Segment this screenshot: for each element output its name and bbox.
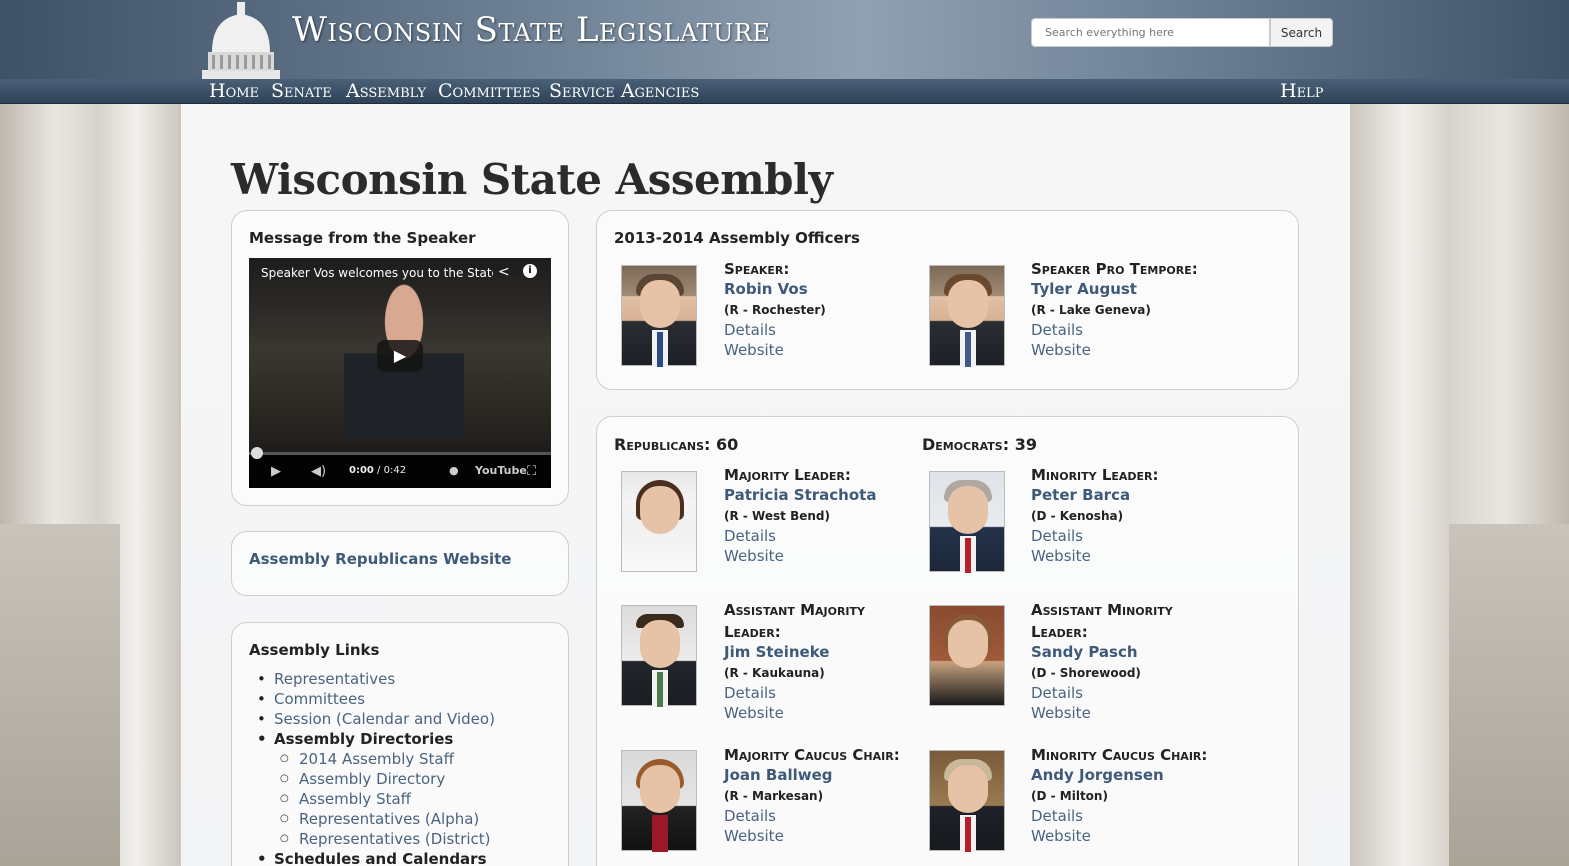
speaker-role: Speaker: (724, 260, 790, 278)
nav-senate[interactable]: Senate (271, 79, 332, 104)
video-scrubber[interactable] (251, 447, 263, 459)
video-progress-bar[interactable] (249, 447, 551, 459)
nav-committees[interactable]: Committees (438, 79, 540, 104)
photo-tyler-august[interactable] (929, 265, 1005, 367)
asst-majority-leader-details-link[interactable]: Details (724, 684, 776, 702)
link-assembly-staff[interactable]: Assembly Staff (249, 789, 495, 809)
asst-majority-leader-website-link[interactable]: Website (724, 704, 784, 722)
majority-leader-website-link[interactable]: Website (724, 547, 784, 565)
minority-leader-district: (D - Kenosha) (1031, 509, 1124, 523)
republicans-count: Republicans: 60 (614, 435, 739, 454)
minority-caucus-chair-website-link[interactable]: Website (1031, 827, 1091, 845)
speaker-pro-tempore-name-link[interactable]: Tyler August (1031, 280, 1137, 298)
link-assembly-directory[interactable]: Assembly Directory (249, 769, 495, 789)
asst-minority-leader-website-link[interactable]: Website (1031, 704, 1091, 722)
nav-service-agencies[interactable]: Service Agencies (549, 79, 699, 104)
link-representatives-alpha[interactable]: Representatives (Alpha) (249, 809, 495, 829)
asst-majority-leader-role: Assistant Majority Leader: (724, 601, 865, 641)
democrats-count: Democrats: 39 (922, 435, 1037, 454)
photo-joan-ballweg[interactable] (621, 750, 697, 852)
nav-home[interactable]: Home (209, 79, 259, 104)
play-icon[interactable]: ▶ (377, 340, 423, 372)
site-title[interactable]: Wisconsin State Legislature (292, 10, 770, 50)
photo-patricia-strachota[interactable] (621, 471, 697, 572)
fullscreen-icon[interactable]: ⛶ (527, 464, 536, 479)
majority-caucus-chair-details-link[interactable]: Details (724, 807, 776, 825)
majority-leader-district: (R - West Bend) (724, 509, 830, 523)
minority-caucus-chair-details-link[interactable]: Details (1031, 807, 1083, 825)
majority-caucus-chair-role: Majority Caucus Chair: (724, 746, 900, 764)
majority-leader-role: Majority Leader: (724, 466, 851, 484)
link-2014-assembly-staff[interactable]: 2014 Assembly Staff (249, 749, 495, 769)
settings-icon[interactable]: ● (449, 464, 459, 477)
video-controls: ▶ ◀) 0:00 / 0:42 ● YouTube ⛶ (249, 447, 551, 488)
photo-sandy-pasch[interactable] (929, 605, 1005, 706)
capitol-dome-logo[interactable] (198, 0, 284, 79)
photo-jim-steineke[interactable] (621, 605, 697, 707)
asst-minority-leader-name-link[interactable]: Sandy Pasch (1031, 643, 1138, 661)
minority-caucus-chair-role: Minority Caucus Chair: (1031, 746, 1208, 764)
link-representatives[interactable]: Representatives (249, 669, 495, 689)
photo-andy-jorgensen[interactable] (929, 750, 1005, 852)
speaker-details-link[interactable]: Details (724, 321, 776, 339)
youtube-icon[interactable]: YouTube (475, 464, 527, 477)
speaker-name-link[interactable]: Robin Vos (724, 280, 808, 298)
minority-caucus-chair-district: (D - Milton) (1031, 789, 1108, 803)
majority-caucus-chair-website-link[interactable]: Website (724, 827, 784, 845)
asst-majority-leader-name-link[interactable]: Jim Steineke (724, 643, 829, 661)
majority-caucus-chair-district: (R - Markesan) (724, 789, 824, 803)
page-title: Wisconsin State Assembly (231, 155, 833, 204)
minority-leader-details-link[interactable]: Details (1031, 527, 1083, 545)
link-session[interactable]: Session (Calendar and Video) (249, 709, 495, 729)
speaker-district: (R - Rochester) (724, 303, 826, 317)
main-nav: Home Senate Assembly Committees Service … (0, 79, 1569, 104)
background-right-column (1350, 104, 1569, 866)
nav-assembly[interactable]: Assembly (346, 79, 426, 104)
speaker-pro-tempore-website-link[interactable]: Website (1031, 341, 1091, 359)
video-time: 0:00 / 0:42 (349, 465, 407, 476)
play-control-icon[interactable]: ▶ (271, 464, 281, 479)
video-caption[interactable]: Speaker Vos welcomes you to the State (261, 266, 493, 280)
volume-icon[interactable]: ◀) (311, 464, 326, 479)
assembly-links-title: Assembly Links (249, 641, 380, 659)
assembly-directories-heading: Assembly Directories (249, 729, 495, 749)
speaker-video-player[interactable]: Speaker Vos welcomes you to the State < … (249, 258, 551, 488)
asst-minority-leader-role: Assistant Minority Leader: (1031, 601, 1173, 641)
majority-leader-details-link[interactable]: Details (724, 527, 776, 545)
speaker-pro-tempore-district: (R - Lake Geneva) (1031, 303, 1151, 317)
republicans-website-link[interactable]: Assembly Republicans Website (249, 550, 512, 568)
speaker-message-title: Message from the Speaker (249, 229, 476, 247)
photo-peter-barca[interactable] (929, 471, 1005, 573)
asst-minority-leader-district: (D - Shorewood) (1031, 666, 1141, 680)
speaker-pro-tempore-details-link[interactable]: Details (1031, 321, 1083, 339)
schedules-calendars-heading: Schedules and Calendars (249, 849, 495, 866)
asst-majority-leader-district: (R - Kaukauna) (724, 666, 825, 680)
asst-minority-leader-details-link[interactable]: Details (1031, 684, 1083, 702)
link-committees[interactable]: Committees (249, 689, 495, 709)
speaker-website-link[interactable]: Website (724, 341, 784, 359)
share-icon[interactable]: < (498, 264, 510, 280)
majority-leader-name-link[interactable]: Patricia Strachota (724, 486, 876, 504)
photo-robin-vos[interactable] (621, 265, 697, 367)
speaker-pro-tempore-role: Speaker Pro Tempore: (1031, 260, 1198, 278)
minority-caucus-chair-name-link[interactable]: Andy Jorgensen (1031, 766, 1164, 784)
site-header: Wisconsin State Legislature Search (0, 0, 1569, 79)
assembly-links-list: Representatives Committees Session (Cale… (249, 669, 495, 866)
background-left-column (0, 104, 181, 866)
search-input[interactable] (1031, 18, 1270, 47)
majority-caucus-chair-name-link[interactable]: Joan Ballweg (724, 766, 833, 784)
minority-leader-name-link[interactable]: Peter Barca (1031, 486, 1130, 504)
info-icon[interactable]: i (523, 264, 537, 278)
link-representatives-district[interactable]: Representatives (District) (249, 829, 495, 849)
nav-help[interactable]: Help (1280, 79, 1323, 104)
officers-title: 2013-2014 Assembly Officers (614, 229, 860, 247)
search-button[interactable]: Search (1270, 18, 1333, 47)
minority-leader-website-link[interactable]: Website (1031, 547, 1091, 565)
minority-leader-role: Minority Leader: (1031, 466, 1159, 484)
